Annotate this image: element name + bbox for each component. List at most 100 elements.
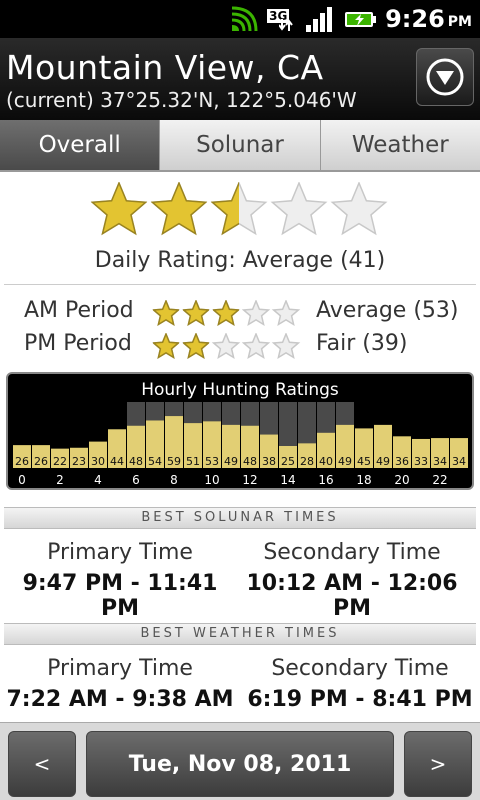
date-button[interactable]: Tue, Nov 08, 2011 xyxy=(86,731,394,797)
hour-value-label: 38 xyxy=(262,455,276,468)
am-period-label: AM Period xyxy=(24,298,134,323)
hour-tick-label: 2 xyxy=(56,473,64,487)
solunar-secondary: Secondary Time 10:12 AM - 12:06 PM xyxy=(232,540,472,621)
solunar-primary-value: 9:47 PM - 11:41 PM xyxy=(22,571,218,621)
pm-star-1 xyxy=(152,333,181,360)
daily-star-4 xyxy=(270,182,328,236)
tab-overall[interactable]: Overall xyxy=(0,120,160,172)
status-bar: 3G 9:26 PM xyxy=(0,0,480,38)
am-star-2 xyxy=(181,300,211,327)
hour-value-label: 48 xyxy=(243,455,257,468)
next-day-button[interactable]: > xyxy=(404,731,472,797)
hour-value-label: 59 xyxy=(167,455,181,468)
am-star-3 xyxy=(211,300,241,327)
tab-weather[interactable]: Weather xyxy=(319,120,480,172)
wifi-icon xyxy=(232,6,258,32)
hour-value-label: 34 xyxy=(452,455,466,468)
weather-secondary-value: 6:19 PM - 8:41 PM xyxy=(247,687,473,712)
divider xyxy=(4,284,476,285)
daily-rating-label: Daily Rating: Average (41) xyxy=(94,248,386,273)
hour-value-label: 23 xyxy=(72,455,86,468)
daily-rating-stars xyxy=(90,182,388,236)
weather-times: Primary Time 7:22 AM - 9:38 AM Secondary… xyxy=(0,656,480,726)
daily-star-2 xyxy=(150,182,208,236)
weather-secondary-label: Secondary Time xyxy=(271,656,449,681)
hour-tick-label: 10 xyxy=(204,473,219,487)
network-3g-icon: 3G xyxy=(267,5,297,33)
weather-primary: Primary Time 7:22 AM - 9:38 AM xyxy=(0,656,240,712)
hourly-chart-svg: 26 26 22 23 30 44 48 54 59 51 53 49 48 38 25 28 40 49 45 49… xyxy=(13,402,468,487)
battery-charging-icon xyxy=(345,12,377,27)
clock-ampm: PM xyxy=(447,14,472,30)
hour-value-label: 28 xyxy=(300,455,314,468)
location-title: Mountain View, CA xyxy=(6,48,324,87)
pm-period-label: PM Period xyxy=(24,331,132,356)
previous-day-button[interactable]: < xyxy=(8,731,76,797)
am-star-4 xyxy=(241,300,271,327)
am-star-1 xyxy=(152,300,181,327)
am-period-row: AM Period Average (53) xyxy=(0,298,480,328)
hour-value-label: 40 xyxy=(319,455,333,468)
weather-secondary: Secondary Time 6:19 PM - 8:41 PM xyxy=(240,656,480,712)
hour-tick-label: 14 xyxy=(280,473,295,487)
pm-star-2 xyxy=(181,333,211,360)
hour-tick-label: 22 xyxy=(432,473,447,487)
clock-time: 9:26 xyxy=(385,5,445,33)
daily-star-5 xyxy=(330,182,388,236)
hour-value-label: 48 xyxy=(129,455,143,468)
pm-period-stars xyxy=(152,333,301,360)
hour-tick-label: 0 xyxy=(18,473,26,487)
hour-value-label: 26 xyxy=(15,455,29,468)
location-coordinates: (current) 37°25.32'N, 122°5.046'W xyxy=(6,88,357,112)
chevron-down-circle-icon xyxy=(426,58,464,96)
hour-value-label: 45 xyxy=(357,455,371,468)
daily-star-3 xyxy=(210,182,268,236)
solunar-primary: Primary Time 9:47 PM - 11:41 PM xyxy=(0,540,240,621)
solunar-secondary-label: Secondary Time xyxy=(263,540,441,565)
hour-tick-label: 4 xyxy=(94,473,102,487)
hour-value-label: 49 xyxy=(338,455,352,468)
hour-tick-label: 6 xyxy=(132,473,140,487)
hour-value-label: 49 xyxy=(376,455,390,468)
am-star-5 xyxy=(271,300,301,327)
hour-tick-label: 8 xyxy=(170,473,178,487)
pm-period-row: PM Period Fair (39) xyxy=(0,331,480,361)
pm-star-4 xyxy=(241,333,271,360)
am-period-value: Average (53) xyxy=(316,298,459,323)
pm-star-3 xyxy=(211,333,241,360)
hour-tick-label: 12 xyxy=(242,473,257,487)
location-header: Mountain View, CA (current) 37°25.32'N, … xyxy=(0,38,480,120)
hour-value-label: 44 xyxy=(110,455,124,468)
hour-value-label: 25 xyxy=(281,455,295,468)
hour-value-label: 22 xyxy=(53,455,67,468)
weather-primary-value: 7:22 AM - 9:38 AM xyxy=(6,687,234,712)
solunar-primary-label: Primary Time xyxy=(47,540,193,565)
hour-value-label: 36 xyxy=(395,455,409,468)
pm-star-5 xyxy=(271,333,301,360)
hourly-ratings-chart: Hourly Hunting Ratings 26 26 22 23 30 44 48 54 5… xyxy=(6,372,474,490)
hour-value-label: 51 xyxy=(186,455,200,468)
pm-period-value: Fair (39) xyxy=(316,331,408,356)
best-solunar-band: BEST SOLUNAR TIMES xyxy=(4,507,476,529)
am-period-stars xyxy=(152,300,301,327)
weather-primary-label: Primary Time xyxy=(47,656,193,681)
date-navigation: < Tue, Nov 08, 2011 > xyxy=(0,722,480,800)
daily-star-1 xyxy=(90,182,148,236)
hour-value-label: 30 xyxy=(91,455,105,468)
hour-tick-label: 20 xyxy=(394,473,409,487)
location-menu-button[interactable] xyxy=(416,48,474,106)
hour-value-label: 54 xyxy=(148,455,162,468)
hour-value-label: 49 xyxy=(224,455,238,468)
signal-icon xyxy=(306,7,333,32)
hour-value-label: 33 xyxy=(414,455,428,468)
best-weather-band: BEST WEATHER TIMES xyxy=(4,623,476,645)
solunar-times: Primary Time 9:47 PM - 11:41 PM Secondar… xyxy=(0,540,480,621)
hour-tick-label: 16 xyxy=(318,473,333,487)
hour-value-label: 34 xyxy=(433,455,447,468)
hour-value-label: 53 xyxy=(205,455,219,468)
hour-tick-label: 18 xyxy=(356,473,371,487)
solunar-secondary-value: 10:12 AM - 12:06 PM xyxy=(246,571,458,621)
tab-solunar[interactable]: Solunar xyxy=(159,120,320,172)
hour-value-label: 26 xyxy=(34,455,48,468)
tab-bar: Overall Solunar Weather xyxy=(0,120,480,172)
